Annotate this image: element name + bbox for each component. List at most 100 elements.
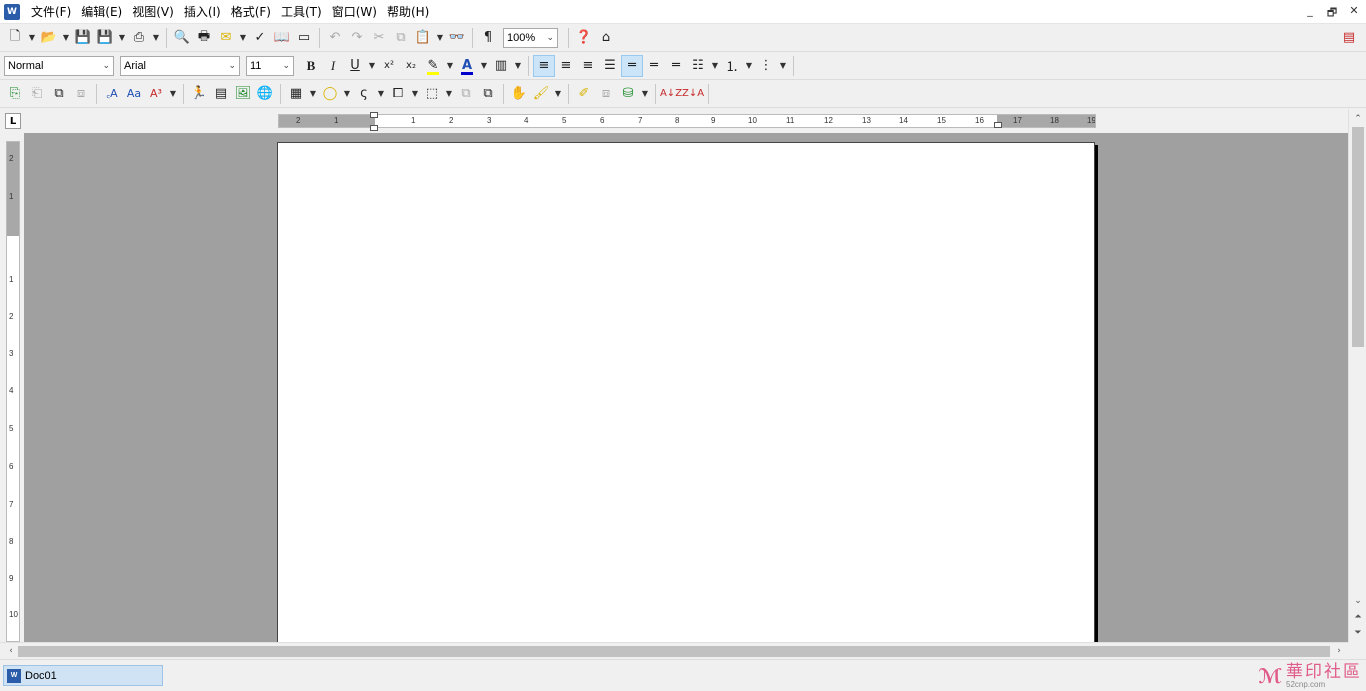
layers-dropdown[interactable]: ▼: [639, 83, 651, 105]
superscript-button[interactable]: x²: [378, 55, 400, 77]
highlight-button[interactable]: ✎: [422, 55, 444, 77]
zoom-select[interactable]: 100% ⌄: [503, 27, 558, 48]
horizontal-scroll-thumb[interactable]: [18, 646, 1330, 657]
columns-dropdown[interactable]: ▼: [512, 55, 524, 77]
scroll-down-icon[interactable]: ⌄: [1349, 593, 1366, 609]
new-dropdown[interactable]: ▼: [26, 27, 38, 49]
justify-button[interactable]: ☰: [599, 55, 621, 77]
sort-descending-button[interactable]: Z↓A: [682, 83, 704, 105]
arrange-button[interactable]: ⬚: [421, 83, 443, 105]
curve-dropdown[interactable]: ▼: [375, 83, 387, 105]
font-select[interactable]: Arial ⌄: [120, 55, 240, 76]
redo-button[interactable]: ↷: [346, 27, 368, 49]
document-page[interactable]: [277, 142, 1095, 643]
menu-edit[interactable]: 编辑(E): [76, 0, 127, 24]
subscript-button[interactable]: x₂: [400, 55, 422, 77]
restore-icon[interactable]: 🗗: [1326, 4, 1338, 23]
text-effect-dropdown[interactable]: ▼: [167, 83, 179, 105]
left-indent-marker[interactable]: [370, 125, 378, 131]
numbering-button[interactable]: ⒈: [721, 55, 743, 77]
bold-button[interactable]: B: [300, 55, 322, 77]
one-half-spacing-button[interactable]: ═: [643, 55, 665, 77]
align-right-button[interactable]: ≡: [577, 55, 599, 77]
insert-table-button[interactable]: ▦: [285, 83, 307, 105]
send-back-button[interactable]: ⧉: [455, 83, 477, 105]
shrink-font-button[interactable]: Aa: [123, 83, 145, 105]
save-dropdown[interactable]: ▼: [116, 27, 128, 49]
save-as-button[interactable]: 💾: [94, 27, 116, 49]
save-button[interactable]: 💾: [72, 27, 94, 49]
font-size-select[interactable]: 11 ⌄: [246, 55, 294, 76]
home-button[interactable]: ⌂: [595, 27, 617, 49]
frame-button[interactable]: ▤: [210, 83, 232, 105]
wrap-button[interactable]: ⧈: [595, 83, 617, 105]
single-spacing-button[interactable]: ═: [621, 54, 643, 77]
outline-dropdown[interactable]: ▼: [777, 55, 789, 77]
vertical-scrollbar[interactable]: ⌃ ⌄ ⏶ ⏷: [1348, 109, 1366, 642]
word-count-button[interactable]: ▭: [293, 27, 315, 49]
underline-dropdown[interactable]: ▼: [366, 55, 378, 77]
copy-button[interactable]: ⧉: [390, 27, 412, 49]
open-dropdown[interactable]: ▼: [60, 27, 72, 49]
layers-button[interactable]: ⛁: [617, 83, 639, 105]
scroll-right-icon[interactable]: ›: [1330, 643, 1348, 659]
columns-button[interactable]: ▥: [490, 55, 512, 77]
font-color-button[interactable]: A: [456, 55, 478, 77]
export-dropdown[interactable]: ▼: [150, 27, 162, 49]
pan-button[interactable]: ✋: [508, 83, 530, 105]
menu-view[interactable]: 视图(V): [127, 0, 179, 24]
bullets-button[interactable]: ☷: [687, 55, 709, 77]
vertical-ruler[interactable]: 2 1 1 2 3 4 5 6 7 8 9 10: [6, 141, 20, 642]
shape-button[interactable]: ◯: [319, 83, 341, 105]
menu-tools[interactable]: 工具(T): [276, 0, 327, 24]
tool-merge-button[interactable]: ⧉: [48, 83, 70, 105]
find-button[interactable]: 👓: [446, 27, 468, 49]
italic-button[interactable]: I: [322, 55, 344, 77]
open-button[interactable]: 📂: [38, 27, 60, 49]
previous-page-icon[interactable]: ⏶: [1349, 609, 1366, 625]
bring-front-button[interactable]: ⧉: [477, 83, 499, 105]
show-formatting-button[interactable]: ¶: [477, 27, 499, 49]
arrange-dropdown[interactable]: ▼: [443, 83, 455, 105]
email-button[interactable]: ✉: [215, 27, 237, 49]
highlight-dropdown[interactable]: ▼: [444, 55, 456, 77]
app-icon[interactable]: W: [4, 3, 20, 20]
insert-table-dropdown[interactable]: ▼: [307, 83, 319, 105]
menu-window[interactable]: 窗口(W): [327, 0, 382, 24]
text-effect-button[interactable]: A³: [145, 83, 167, 105]
tool-paste-format-button[interactable]: ⎗: [26, 83, 48, 105]
numbering-dropdown[interactable]: ▼: [743, 55, 755, 77]
shape-dropdown[interactable]: ▼: [341, 83, 353, 105]
tool-copy-format-button[interactable]: ⎘: [4, 83, 26, 105]
print-button[interactable]: 🖶: [193, 27, 215, 49]
menu-file[interactable]: 文件(F): [26, 0, 76, 24]
new-document-button[interactable]: 🗋: [4, 27, 26, 49]
outline-button[interactable]: ⋮: [755, 55, 777, 77]
undo-button[interactable]: ↶: [324, 27, 346, 49]
email-dropdown[interactable]: ▼: [237, 27, 249, 49]
menu-help[interactable]: 帮助(H): [382, 0, 434, 24]
vertical-scroll-thumb[interactable]: [1352, 127, 1364, 347]
align-left-button[interactable]: ≡: [533, 54, 555, 77]
align-center-button[interactable]: ≡: [555, 55, 577, 77]
cut-button[interactable]: ✂: [368, 27, 390, 49]
horizontal-ruler[interactable]: 2 1 1 2 3 4 5 6 7 8 9 10 11 12 13 14 15 …: [278, 114, 1096, 128]
paste-dropdown[interactable]: ▼: [434, 27, 446, 49]
next-page-icon[interactable]: ⏷: [1349, 625, 1366, 641]
right-indent-marker[interactable]: [994, 122, 1002, 128]
spellcheck-button[interactable]: ✓: [249, 27, 271, 49]
menu-format[interactable]: 格式(F): [226, 0, 276, 24]
tab-stop-selector[interactable]: L: [5, 113, 21, 129]
grow-font-button[interactable]: ꜀A: [101, 83, 123, 105]
bullets-dropdown[interactable]: ▼: [709, 55, 721, 77]
tool-split-button[interactable]: ⧈: [70, 83, 92, 105]
paste-button[interactable]: 📋: [412, 27, 434, 49]
format-painter-button[interactable]: 🖌: [530, 83, 552, 105]
curve-button[interactable]: ς: [353, 83, 375, 105]
group-button[interactable]: ⧠: [387, 83, 409, 105]
font-color-dropdown[interactable]: ▼: [478, 55, 490, 77]
underline-button[interactable]: U: [344, 55, 366, 77]
thesaurus-button[interactable]: 📖: [271, 27, 293, 49]
sort-ascending-button[interactable]: A↓Z: [660, 83, 682, 105]
format-painter-dropdown[interactable]: ▼: [552, 83, 564, 105]
